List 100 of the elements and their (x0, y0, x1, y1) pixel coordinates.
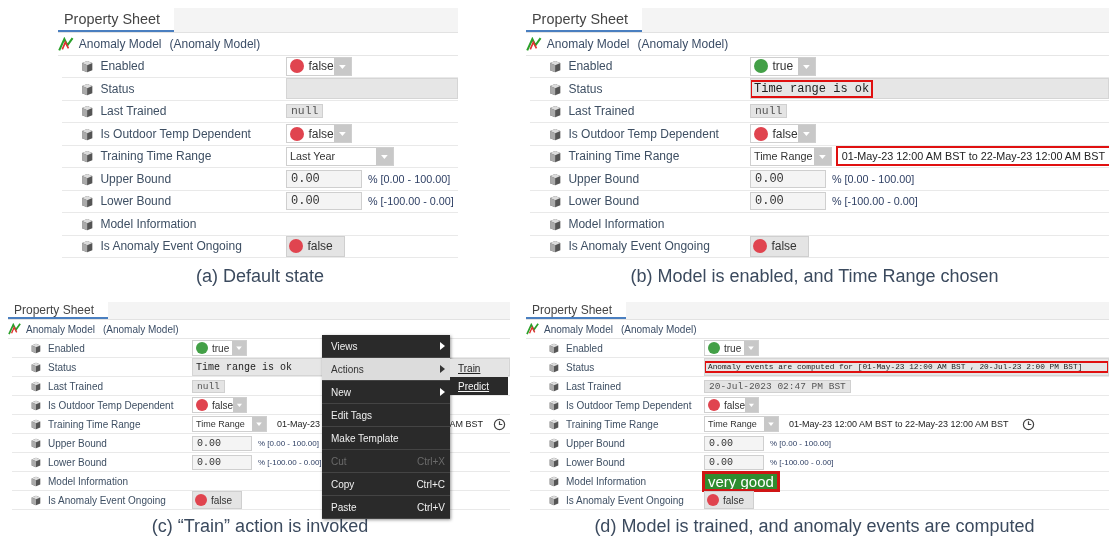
number-field[interactable]: 0.00 (192, 454, 252, 470)
dropdown-caret-icon[interactable] (252, 417, 266, 431)
property-label: Last Trained (48, 380, 104, 392)
boolean-value: false (286, 235, 345, 257)
time-range-dropdown[interactable]: Time Range (750, 146, 832, 166)
dropdown-caret-icon[interactable] (813, 147, 831, 165)
property-label: Is Outdoor Temp Dependent (100, 126, 251, 141)
cube-icon (548, 239, 563, 254)
clock-icon[interactable] (1022, 417, 1036, 431)
property-label: Enabled (566, 342, 603, 354)
property-label: Upper Bound (48, 437, 107, 449)
dropdown-caret-icon[interactable] (798, 125, 815, 143)
cube-icon (30, 380, 42, 392)
cube-icon (548, 126, 563, 141)
property-label: Enabled (48, 342, 85, 354)
number-field[interactable]: 0.00 (750, 169, 826, 188)
boolean-dropdown[interactable]: false (286, 56, 352, 76)
dropdown-caret-icon[interactable] (745, 398, 758, 412)
dropdown-caret-icon[interactable] (376, 147, 393, 165)
menu-item[interactable]: Actions (322, 358, 450, 381)
dropdown-caret-icon[interactable] (744, 341, 758, 355)
dropdown-caret-icon[interactable] (233, 398, 246, 412)
cube-icon (30, 456, 42, 468)
cube-icon (80, 149, 95, 164)
menu-item[interactable]: Paste Ctrl+V (322, 496, 450, 519)
number-field[interactable]: 0.00 (286, 192, 362, 211)
number-field[interactable]: 0.00 (192, 435, 252, 451)
dropdown-caret-icon[interactable] (232, 341, 246, 355)
cube-icon (80, 81, 95, 96)
model-icon (526, 323, 540, 335)
dropdown-caret-icon[interactable] (764, 417, 778, 431)
property-label: Enabled (100, 59, 145, 74)
cube-icon (80, 239, 95, 254)
property-label: Model Information (566, 475, 647, 487)
boolean-dropdown[interactable]: true (750, 56, 816, 76)
range-hint: % [0.00 - 100.00] (770, 438, 831, 448)
number-field[interactable]: 0.00 (704, 454, 764, 470)
menu-item-label: Make Template (331, 432, 399, 444)
time-range-dropdown[interactable]: Time Range (192, 416, 267, 432)
shortcut-text: Ctrl+C (416, 478, 445, 490)
property-label: Is Outdoor Temp Dependent (566, 399, 692, 411)
dropdown-caret-icon[interactable] (334, 57, 351, 75)
time-range-text: 01-May-23 (276, 418, 322, 431)
component-name: Anomaly Model (544, 323, 613, 335)
cube-icon (80, 216, 95, 231)
clock-icon[interactable] (493, 417, 506, 431)
menu-item[interactable]: Edit Tags (322, 404, 450, 427)
cube-icon (80, 171, 95, 186)
boolean-dropdown[interactable]: true (192, 340, 247, 356)
shortcut-text: Ctrl+V (416, 501, 445, 513)
property-label: Status (566, 361, 595, 373)
dropdown-caret-icon[interactable] (334, 125, 351, 143)
property-sheet-tab[interactable]: Property Sheet (526, 8, 642, 32)
number-field[interactable]: 0.00 (750, 192, 826, 211)
boolean-dropdown[interactable]: false (192, 397, 247, 413)
boolean-dropdown[interactable]: false (750, 124, 816, 144)
last-trained-value: null (286, 104, 324, 119)
menu-item-label: Actions (331, 363, 364, 375)
number-field[interactable]: 0.00 (286, 169, 362, 188)
boolean-dropdown[interactable]: false (286, 124, 352, 144)
property-label: Is Anomaly Event Ongoing (566, 494, 684, 506)
property-label: Status (48, 361, 77, 373)
figure-caption: (d) Model is trained, and anomaly events are computed (593, 516, 1036, 537)
property-label: Last Trained (566, 380, 622, 392)
cube-icon (80, 194, 95, 209)
property-label: Model Information (100, 216, 197, 231)
boolean-dropdown[interactable]: true (704, 340, 759, 356)
property-sheet-tab[interactable]: Property Sheet (58, 8, 174, 32)
property-label: Enabled (568, 59, 613, 74)
cube-icon (548, 81, 563, 96)
menu-item[interactable]: Copy Ctrl+C (322, 473, 450, 496)
cube-icon (30, 342, 42, 354)
model-info-value: very good (704, 472, 778, 490)
boolean-dropdown[interactable]: false (704, 397, 759, 413)
property-sheet-tab[interactable]: Property Sheet (8, 302, 109, 319)
property-label: Upper Bound (100, 171, 172, 186)
number-field[interactable]: 0.00 (704, 435, 764, 451)
cube-icon (548, 216, 563, 231)
menu-item[interactable]: New (322, 381, 450, 404)
property-sheet-tab[interactable]: Property Sheet (526, 302, 627, 319)
cube-icon (548, 418, 560, 430)
status-field: Time range is ok (750, 78, 1109, 100)
range-hint: % [0.00 - 100.00] (832, 172, 915, 185)
cube-icon (30, 418, 42, 430)
cube-icon (548, 380, 560, 392)
property-label: Training Time Range (48, 418, 141, 430)
property-label: Is Outdoor Temp Dependent (568, 126, 719, 141)
property-label: Upper Bound (568, 171, 640, 186)
menu-item-label: New (331, 386, 351, 398)
property-label: Is Anomaly Event Ongoing (48, 494, 166, 506)
time-range-dropdown[interactable]: Last Year (286, 146, 394, 166)
cube-icon (548, 342, 560, 354)
submenu-item[interactable]: Train (450, 359, 508, 377)
menu-item[interactable]: Make Template (322, 427, 450, 450)
time-range-dropdown[interactable]: Time Range (704, 416, 779, 432)
figure-caption: (b) Model is enabled, and Time Range chosen (629, 266, 1000, 287)
shortcut-text: Ctrl+X (416, 455, 445, 467)
dropdown-caret-icon[interactable] (798, 57, 815, 75)
property-label: Status (100, 81, 135, 96)
cube-icon (548, 194, 563, 209)
